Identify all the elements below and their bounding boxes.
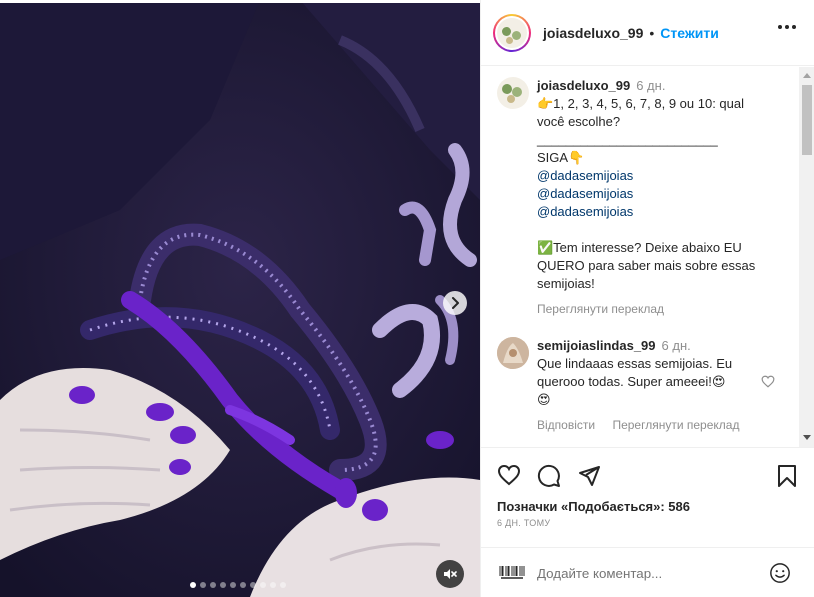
speaker-muted-icon (444, 569, 457, 579)
mention-link[interactable]: @dadasemijoias (537, 185, 797, 203)
caption-username[interactable]: joiasdeluxo_99 (537, 78, 630, 93)
scrollbar-thumb[interactable] (802, 85, 812, 155)
mention-link[interactable]: @dadasemijoias (537, 203, 797, 221)
post-media[interactable] (0, 0, 480, 597)
caption-line: _________________________ (537, 132, 718, 147)
see-translation-link[interactable]: Переглянути переклад (612, 418, 739, 432)
mute-button[interactable] (436, 560, 464, 588)
post-image (0, 0, 480, 597)
caption: joiasdeluxo_99 6 дн. 👉1, 2, 3, 4, 5, 6, 7… (497, 77, 797, 318)
carousel-dot (230, 582, 236, 588)
media-top-border (0, 0, 480, 3)
like-heart-icon[interactable] (497, 464, 521, 486)
barcode-icon (499, 565, 525, 581)
reply-link[interactable]: Відповісти (537, 418, 595, 432)
carousel-dot (250, 582, 256, 588)
caption-line: SIGA👇 (537, 150, 585, 165)
caption-line: ✅Tem interesse? Deixe abaixo EU (537, 240, 742, 255)
caption-line: você escolhe? (537, 114, 621, 129)
see-translation-link[interactable]: Переглянути переклад (537, 302, 664, 316)
smiley-icon[interactable] (769, 562, 791, 584)
carousel-dot (260, 582, 266, 588)
carousel-next-button[interactable] (443, 291, 467, 315)
likes-count[interactable]: Позначки «Подобається»: 586 (497, 499, 690, 514)
comment-time[interactable]: 6 дн. (662, 338, 691, 353)
follow-button[interactable]: Стежити (660, 25, 719, 41)
scroll-down-arrow[interactable] (803, 435, 811, 440)
carousel-dot (270, 582, 276, 588)
commenter-username[interactable]: semijoiaslindas_99 (537, 338, 656, 353)
carousel-dot (240, 582, 246, 588)
author-avatar[interactable] (493, 13, 531, 52)
post-date[interactable]: 6 ДН. ТОМУ (497, 518, 550, 528)
comments-section[interactable]: joiasdeluxo_99 6 дн. 👉1, 2, 3, 4, 5, 6, 7… (481, 67, 814, 447)
carousel-indicator (190, 582, 286, 588)
caption-line: QUERO para saber mais sobre essas (537, 258, 756, 273)
comment-line: 😍 (537, 392, 551, 407)
chevron-right-icon (452, 297, 459, 309)
caption-time[interactable]: 6 дн. (636, 78, 665, 93)
separator-dot: • (649, 24, 655, 41)
share-send-icon[interactable] (577, 464, 601, 488)
mention-link[interactable]: @dadasemijoias (537, 167, 797, 185)
carousel-dot (200, 582, 206, 588)
caption-line: semijoias! (537, 276, 595, 291)
carousel-dot (220, 582, 226, 588)
carousel-dot (190, 582, 196, 588)
comments-scrollbar[interactable] (799, 67, 814, 447)
author-username[interactable]: joiasdeluxo_99 (543, 25, 643, 41)
post-actions: Позначки «Подобається»: 586 6 ДН. ТОМУ (481, 447, 814, 547)
comment-item: semijoiaslindas_99 6 дн. Que lindaaas ess… (497, 337, 797, 434)
carousel-dot (210, 582, 216, 588)
more-options-icon[interactable] (778, 25, 796, 29)
comment-bubble-icon[interactable] (537, 464, 561, 488)
comment-line: Que lindaaas essas semijoias. Eu (537, 356, 733, 371)
comment-line: querooo todas. Super ameeei!😍 (537, 374, 726, 389)
scroll-up-arrow[interactable] (803, 73, 811, 78)
comment-like-icon[interactable] (761, 375, 775, 388)
carousel-dot (280, 582, 286, 588)
caption-line: 👉1, 2, 3, 4, 5, 6, 7, 8, 9 ou 10: qual (537, 96, 744, 111)
post-sidebar: joiasdeluxo_99 • Стежити joiasdeluxo_99 6… (480, 0, 814, 597)
caption-avatar[interactable] (497, 77, 529, 109)
bookmark-icon[interactable] (777, 464, 797, 488)
post-header: joiasdeluxo_99 • Стежити (481, 0, 814, 66)
commenter-avatar[interactable] (497, 337, 529, 369)
add-comment-bar (481, 547, 814, 597)
comment-input[interactable] (537, 558, 757, 588)
